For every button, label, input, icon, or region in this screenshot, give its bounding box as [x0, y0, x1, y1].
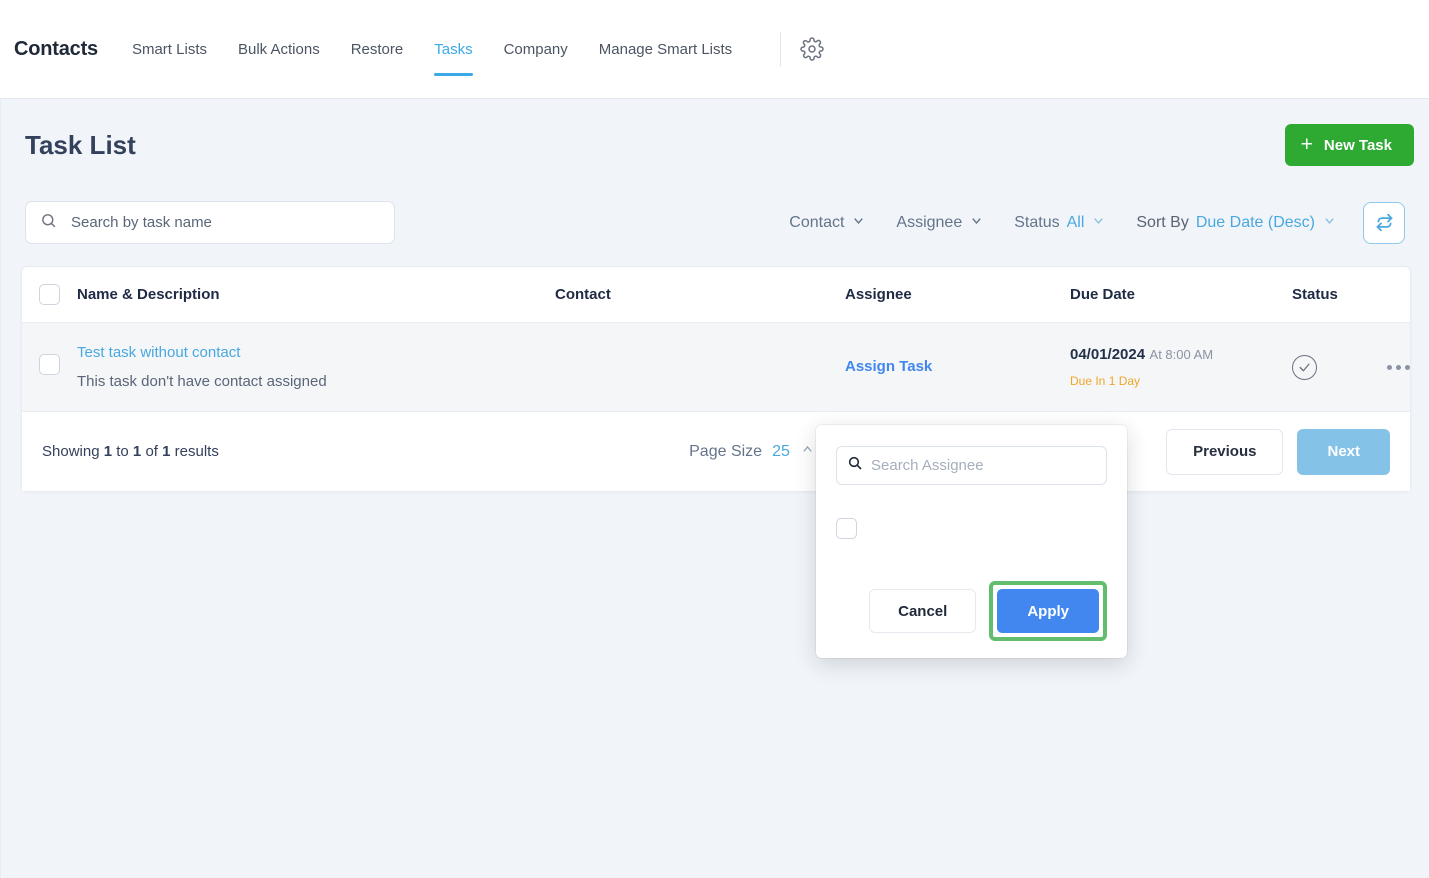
filter-controls: Contact Assignee Status All Sort By Due …	[789, 201, 1405, 244]
plus-icon: +	[1300, 132, 1313, 156]
sort-by-label: Sort By	[1136, 213, 1189, 231]
showing-total: 1	[162, 443, 171, 460]
contact-filter-label: Contact	[789, 213, 845, 231]
due-note: Due In 1 Day	[1070, 374, 1141, 388]
status-filter-value: All	[1066, 213, 1085, 231]
page-content: Task List + New Task Contact Assigne	[0, 99, 1429, 878]
page-header: Task List + New Task	[1, 99, 1429, 166]
filter-bar: Contact Assignee Status All Sort By	[1, 166, 1429, 244]
column-header-name: Name & Description	[77, 286, 220, 303]
assignee-option-row	[836, 518, 1107, 539]
assignee-search-input[interactable]	[871, 457, 1096, 474]
nav-item-company[interactable]: Company	[504, 0, 568, 98]
assignee-option-checkbox[interactable]	[836, 518, 857, 539]
check-circle-icon[interactable]	[1292, 354, 1317, 380]
assignee-popover: Cancel Apply	[816, 425, 1127, 658]
status-filter[interactable]: Status All	[1014, 213, 1106, 233]
page-title: Task List	[25, 129, 136, 160]
due-date-line: 04/01/2024 At 8:00 AM	[1070, 346, 1292, 364]
cell-actions	[1387, 364, 1410, 370]
assignee-filter[interactable]: Assignee	[896, 213, 984, 233]
task-search-box[interactable]	[25, 201, 395, 244]
column-header-assignee: Assignee	[845, 286, 912, 303]
search-icon	[40, 212, 57, 234]
task-table-card: Name & Description Contact Assignee Due …	[21, 266, 1411, 492]
table-header-row: Name & Description Contact Assignee Due …	[22, 267, 1410, 323]
search-icon	[847, 455, 863, 476]
sort-by-filter[interactable]: Sort By Due Date (Desc)	[1136, 213, 1337, 233]
cell-assignee: Assign Task	[845, 358, 1070, 376]
nav-item-bulk-actions[interactable]: Bulk Actions	[238, 0, 320, 98]
chevron-up-icon	[800, 442, 815, 462]
pagination-bar: Showing 1 to 1 of 1 results Page Size 25…	[22, 412, 1410, 491]
chevron-down-icon	[969, 213, 984, 233]
nav-item-manage-smart-lists[interactable]: Manage Smart Lists	[599, 0, 732, 98]
column-header-status: Status	[1292, 286, 1338, 303]
page-size-label: Page Size	[689, 442, 763, 460]
nav-item-label: Tasks	[434, 40, 473, 58]
nav-divider	[780, 32, 782, 66]
showing-suffix: results	[174, 443, 219, 460]
task-description: This task don't have contact assigned	[77, 373, 327, 390]
table-row: Test task without contact This task don'…	[22, 323, 1410, 412]
nav-item-restore[interactable]: Restore	[351, 0, 404, 98]
search-input[interactable]	[71, 214, 380, 231]
top-navigation-bar: Contacts Smart Lists Bulk Actions Restor…	[0, 0, 1429, 99]
apply-button[interactable]: Apply	[997, 589, 1099, 633]
new-task-label: New Task	[1323, 136, 1392, 154]
assignee-popover-actions: Cancel Apply	[836, 581, 1107, 641]
showing-from: 1	[103, 443, 113, 460]
showing-prefix: Showing	[42, 443, 100, 460]
apply-button-highlight: Apply	[989, 581, 1107, 641]
showing-of-word: of	[145, 443, 158, 460]
select-all-checkbox[interactable]	[39, 284, 60, 305]
assignee-filter-label: Assignee	[896, 213, 963, 231]
nav-item-tasks[interactable]: Tasks	[434, 0, 473, 98]
ellipsis-icon[interactable]	[1387, 364, 1410, 370]
contact-filter[interactable]: Contact	[789, 213, 866, 233]
nav-item-label: Smart Lists	[131, 40, 207, 58]
refresh-icon[interactable]	[1363, 201, 1405, 244]
showing-to-word: to	[116, 443, 129, 460]
gear-icon[interactable]	[798, 35, 826, 63]
chevron-down-icon	[1322, 213, 1337, 233]
nav-items: Smart Lists Bulk Actions Restore Tasks C…	[132, 0, 826, 98]
new-task-button[interactable]: + New Task	[1284, 124, 1414, 166]
nav-item-label: Manage Smart Lists	[598, 40, 733, 58]
app-brand-title: Contacts	[14, 37, 98, 60]
nav-item-label: Bulk Actions	[237, 40, 320, 58]
due-date-value: 04/01/2024	[1070, 346, 1146, 363]
results-summary: Showing 1 to 1 of 1 results	[42, 443, 602, 460]
assignee-search-box[interactable]	[836, 446, 1107, 485]
due-time-value: At 8:00 AM	[1149, 347, 1214, 362]
previous-page-button[interactable]: Previous	[1166, 428, 1284, 475]
column-header-contact: Contact	[555, 286, 611, 303]
assign-task-link[interactable]: Assign Task	[845, 358, 932, 375]
chevron-down-icon	[1091, 213, 1106, 233]
cell-due-date: 04/01/2024 At 8:00 AM Due In 1 Day	[1070, 346, 1292, 388]
cell-name-description: Test task without contact This task don'…	[77, 344, 555, 390]
showing-to: 1	[132, 443, 142, 460]
row-select-cell	[22, 323, 77, 375]
next-page-button[interactable]: Next	[1297, 428, 1390, 475]
cancel-button[interactable]: Cancel	[869, 589, 977, 633]
chevron-down-icon	[851, 213, 866, 233]
nav-item-smart-lists[interactable]: Smart Lists	[132, 0, 207, 98]
row-checkbox[interactable]	[39, 354, 60, 375]
sort-by-value: Due Date (Desc)	[1195, 213, 1315, 231]
nav-item-label: Company	[503, 40, 568, 58]
task-name-link[interactable]: Test task without contact	[77, 344, 555, 361]
status-filter-label: Status	[1014, 213, 1060, 231]
column-header-due-date: Due Date	[1070, 286, 1136, 303]
select-all-cell	[22, 284, 77, 305]
page-size-value: 25	[772, 442, 790, 460]
cell-status	[1292, 354, 1387, 380]
nav-item-label: Restore	[350, 40, 404, 58]
